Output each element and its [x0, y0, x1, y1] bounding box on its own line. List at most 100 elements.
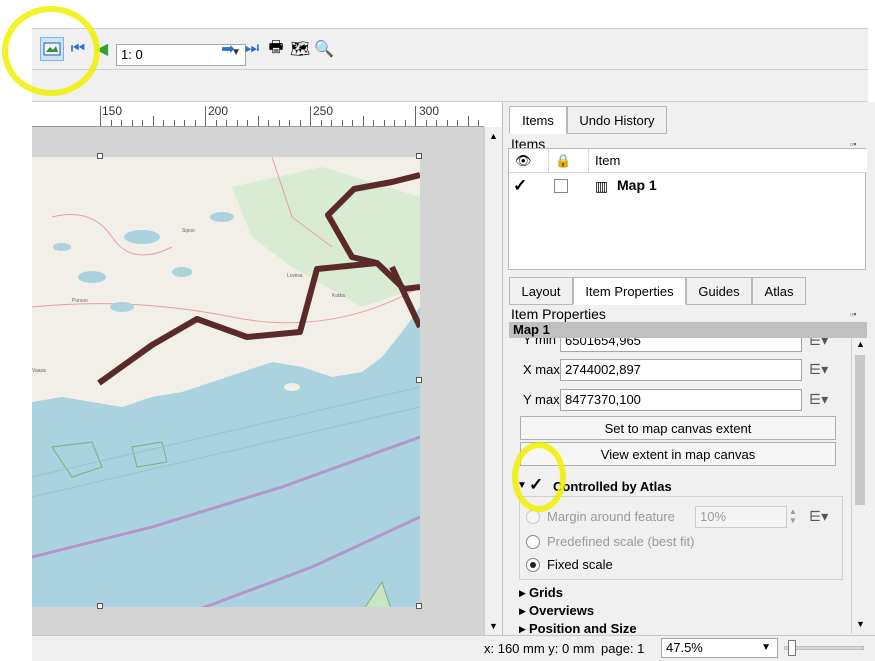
table-row[interactable]: ✓ ▥ Map 1 [509, 174, 865, 198]
selection-handle[interactable] [416, 153, 422, 159]
spinbox-arrows-icon[interactable]: ▲ ▼ [789, 507, 797, 525]
lock-column-header[interactable]: 🔒 [549, 149, 589, 173]
map-item-icon: ▥ [595, 178, 609, 194]
set-extent-label: Set to map canvas extent [604, 420, 752, 436]
fixed-scale-radio[interactable] [526, 558, 540, 572]
ruler-tick [121, 120, 122, 126]
zoom-combobox[interactable]: 47.5% ▼ [661, 638, 778, 658]
highlight-mark [512, 442, 566, 512]
ruler-tick [247, 120, 248, 126]
tab-item-properties-label: Item Properties [585, 283, 674, 299]
current-item-header: Map 1 [509, 322, 867, 338]
expand-arrow-icon[interactable]: ▶ [519, 606, 526, 617]
visible-check-icon[interactable]: ✓ [513, 176, 527, 196]
float-close-icon[interactable]: ▫▪ [850, 309, 856, 319]
item-header-label: Item [595, 153, 621, 168]
properties-vertical-scrollbar[interactable]: ▲ ▼ [851, 335, 868, 634]
margin-around-feature-radio[interactable] [526, 510, 540, 524]
items-table: 👁 🔒 Item ✓ ▥ Map 1 [508, 148, 867, 270]
print-atlas-button[interactable]: 🖶 [264, 37, 288, 61]
ruler-tick [194, 120, 196, 126]
visibility-column-header[interactable]: 👁 [509, 149, 549, 173]
atlas-settings-button[interactable]: 🔍 [312, 37, 336, 61]
map-label: Vaasa [32, 368, 46, 374]
grids-section[interactable]: Grids [529, 585, 563, 600]
y-max-label: Y max [523, 392, 560, 407]
next-arrow-icon: ➡ [221, 41, 235, 58]
predefined-scale-radio[interactable] [526, 535, 540, 549]
lock-checkbox[interactable] [554, 179, 568, 193]
position-and-size-section[interactable]: Position and Size [529, 621, 637, 634]
magnifier-settings-icon: 🔍 [314, 41, 334, 58]
expand-arrow-icon[interactable]: ▶ [519, 624, 526, 634]
item-properties-title: Item Properties [511, 306, 606, 322]
ruler-tick [152, 116, 154, 126]
map-item[interactable]: Porvoo Sipoo Vaasa Loviisa Kotka [32, 157, 420, 607]
ruler-label: 250 [313, 104, 334, 118]
zoom-slider[interactable] [784, 646, 864, 650]
x-max-field[interactable]: 2744002,897 [560, 359, 802, 381]
tab-item-properties[interactable]: Item Properties [573, 277, 686, 305]
view-extent-label: View extent in map canvas [600, 446, 756, 462]
ruler-tick [425, 120, 427, 126]
canvas-vertical-scrollbar[interactable]: ▲ ▼ [484, 127, 502, 635]
ruler-tick [184, 120, 185, 126]
export-atlas-images-button[interactable]: 🗺 [288, 37, 312, 61]
last-feature-button[interactable]: ⏭ [240, 37, 264, 61]
data-defined-override-icon[interactable]: ⋿▾ [809, 361, 828, 378]
tab-undo-history-label: Undo History [579, 112, 655, 128]
selection-handle[interactable] [416, 603, 422, 609]
tab-atlas[interactable]: Atlas [752, 277, 806, 305]
atlas-toolbar: ⏮ ◀ 1: 0 ▼ ➡ ⏭ 🖶 🗺 🔍 [32, 28, 868, 70]
layout-canvas[interactable]: Porvoo Sipoo Vaasa Loviisa Kotka [32, 127, 484, 635]
selection-handle[interactable] [97, 153, 103, 159]
status-bar: x: 160 mm y: 0 mm page: 1 47.5% ▼ [32, 635, 875, 661]
ruler-tick [226, 120, 227, 126]
data-defined-override-icon[interactable]: ⋿▾ [809, 391, 828, 408]
ruler-tick [362, 116, 364, 126]
ruler-label: 300 [419, 104, 440, 118]
lock-icon: 🔒 [555, 152, 572, 168]
predefined-scale-label: Predefined scale (best fit) [547, 534, 695, 549]
view-extent-in-map-canvas-button[interactable]: View extent in map canvas [520, 442, 836, 466]
scroll-up-icon[interactable]: ▲ [489, 131, 498, 141]
data-defined-override-icon[interactable]: ⋿▾ [809, 508, 828, 525]
top-margin [0, 0, 875, 28]
ruler-tick [289, 120, 290, 126]
scroll-down-icon[interactable]: ▼ [489, 621, 498, 631]
last-feature-icon: ⏭ [244, 40, 260, 57]
scrollbar-thumb[interactable] [855, 355, 865, 505]
selection-handle[interactable] [97, 603, 103, 609]
ruler-tick [478, 120, 479, 126]
tab-layout-label: Layout [521, 283, 561, 299]
ruler-tick [373, 120, 374, 126]
tab-layout[interactable]: Layout [509, 277, 573, 305]
margin-field[interactable]: 10% [695, 506, 787, 528]
expand-arrow-icon[interactable]: ▶ [519, 588, 526, 599]
scroll-up-icon[interactable]: ▲ [856, 339, 865, 349]
ruler-tick [310, 106, 311, 126]
ruler-tick [299, 120, 301, 126]
y-max-field[interactable]: 8477370,100 [560, 389, 802, 411]
next-feature-button[interactable]: ➡ [216, 37, 240, 61]
selection-handle[interactable] [416, 377, 422, 383]
tab-guides-label: Guides [698, 283, 740, 299]
ruler-tick [110, 120, 112, 126]
tab-guides[interactable]: Guides [686, 277, 752, 305]
zoom-slider-handle[interactable] [788, 640, 796, 656]
ruler-tick [436, 120, 437, 126]
overviews-section[interactable]: Overviews [529, 603, 594, 618]
map-label: Porvoo [72, 298, 88, 304]
layout-page: Porvoo Sipoo Vaasa Loviisa Kotka [32, 157, 420, 607]
y-max-value: 8477370,100 [565, 392, 641, 407]
map-label: Kotka [332, 293, 345, 299]
ruler-tick [341, 120, 343, 126]
tab-undo-history[interactable]: Undo History [567, 106, 667, 134]
zoom-value: 47.5% [666, 640, 703, 655]
scroll-down-icon[interactable]: ▼ [856, 619, 865, 629]
ruler-tick [320, 120, 322, 126]
set-to-map-canvas-extent-button[interactable]: Set to map canvas extent [520, 416, 836, 440]
ruler-label: 150 [102, 104, 123, 118]
ruler-tick [467, 116, 469, 126]
tab-items[interactable]: Items [509, 106, 567, 134]
